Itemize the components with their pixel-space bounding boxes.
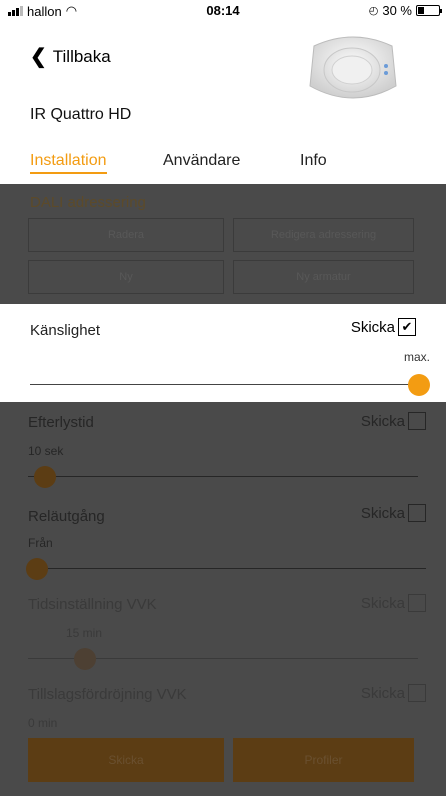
sensitivity-max-hint: max. [403, 350, 430, 364]
tab-installation[interactable]: Installation [30, 152, 107, 174]
afterglow-value: 10 sek [28, 444, 64, 458]
checkmark-icon: ✔ [401, 319, 413, 334]
device-name: IR Quattro HD [30, 106, 132, 123]
settings-section: Efterlystid Skicka 10 sek Reläutgång Ski… [0, 402, 446, 796]
send-button[interactable]: Skicka [28, 738, 224, 782]
sensitivity-checkbox[interactable]: ✔ [398, 318, 416, 336]
afterglow-label: Efterlystid [28, 414, 94, 431]
sensitivity-send-label: Skicka [350, 318, 395, 336]
afterglow-slider-track[interactable] [28, 476, 418, 477]
edit-addressing-button[interactable]: Redigera adressering [233, 218, 414, 252]
afterglow-slider-knob[interactable] [34, 466, 56, 488]
delete-button[interactable]: Radera [28, 218, 224, 252]
relay-slider-track[interactable] [28, 568, 426, 569]
relay-slider-knob[interactable] [26, 558, 48, 580]
profiles-button[interactable]: Profiler [233, 738, 414, 782]
time-vvk-checkbox[interactable] [408, 594, 426, 612]
new-button[interactable]: Ny [28, 260, 224, 294]
back-button[interactable]: ❮ Tillbaka [30, 44, 111, 69]
sensitivity-label: Känslighet [30, 322, 101, 339]
chevron-left-icon: ❮ [30, 46, 47, 68]
afterglow-send[interactable]: Skicka [361, 412, 426, 430]
delay-vvk-value: 0 min [28, 716, 58, 730]
delay-vvk-send[interactable]: Skicka [361, 684, 426, 702]
alarm-icon: ◴ [368, 5, 379, 17]
status-bar: hallon ◠ 08:14 ◴ 30 % [0, 0, 446, 22]
time-vvk-value: 15 min [66, 626, 103, 640]
afterglow-checkbox[interactable] [408, 412, 426, 430]
delay-vvk-send-label: Skicka [360, 684, 405, 702]
relay-value: Från [28, 536, 53, 550]
new-fixture-button[interactable]: Ny armatur [233, 260, 414, 294]
relay-checkbox[interactable] [408, 504, 426, 522]
time-vvk-label: Tidsinställning VVK [28, 596, 157, 613]
time-vvk-send-label: Skicka [360, 594, 405, 612]
tab-users[interactable]: Användare [163, 152, 240, 170]
dali-section: DALI adressering Radera Redigera adresse… [0, 184, 446, 304]
time-vvk-slider-knob[interactable] [74, 648, 96, 670]
battery-icon [416, 5, 442, 16]
sensitivity-panel: Känslighet Skicka ✔ max. [0, 304, 446, 402]
delay-vvk-checkbox[interactable] [408, 684, 426, 702]
delay-vvk-label: Tillslagsfördröjning VVK [28, 686, 187, 703]
relay-send-label: Skicka [360, 504, 405, 522]
sensitivity-slider-track[interactable] [30, 384, 420, 385]
sensitivity-send[interactable]: Skicka ✔ [351, 318, 416, 336]
tab-bar: Installation Användare Info [0, 152, 446, 182]
battery-percent: 30 % [382, 3, 412, 18]
time-vvk-send[interactable]: Skicka [361, 594, 426, 612]
relay-send[interactable]: Skicka [361, 504, 426, 522]
status-right: ◴ 30 % [368, 3, 442, 18]
afterglow-send-label: Skicka [360, 412, 405, 430]
back-label: Tillbaka [52, 46, 111, 66]
device-image [309, 36, 397, 99]
dali-title: DALI adressering [30, 194, 146, 211]
sensitivity-slider-knob[interactable] [408, 374, 430, 396]
tab-info[interactable]: Info [300, 152, 327, 170]
relay-label: Reläutgång [28, 508, 105, 525]
